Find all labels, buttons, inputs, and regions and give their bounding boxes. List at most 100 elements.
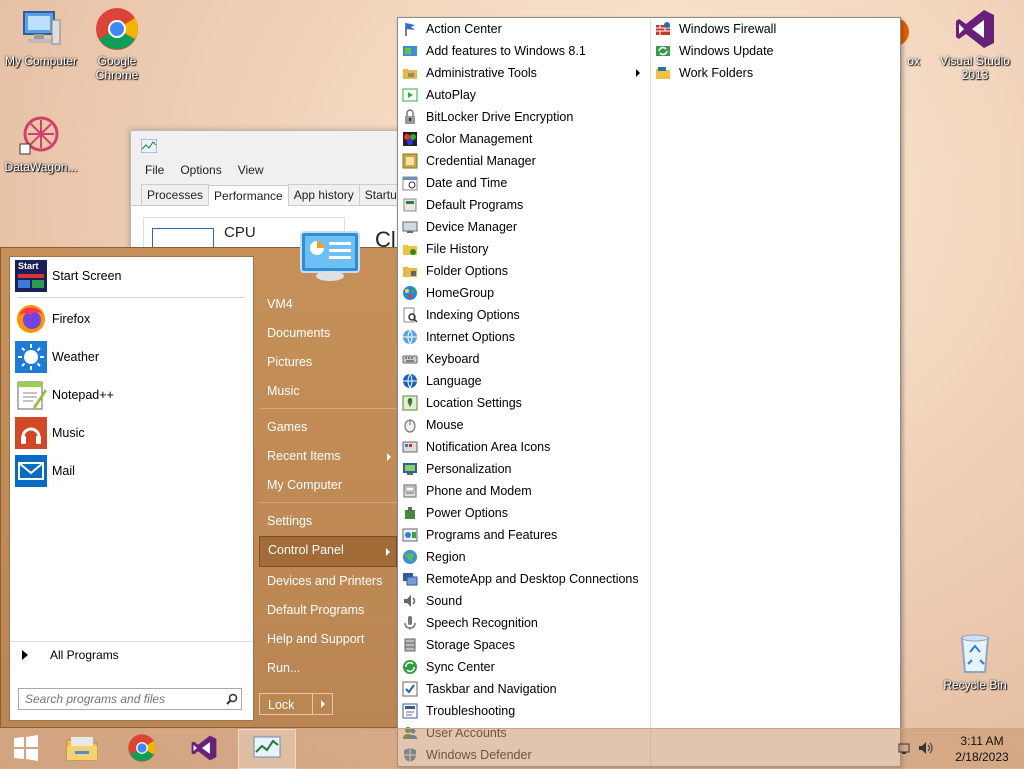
- control-panel-item-label: Phone and Modem: [426, 484, 532, 498]
- power-options-arrow-button[interactable]: [313, 693, 333, 715]
- control-panel-item-bitlocker-drive-encryption[interactable]: BitLocker Drive Encryption: [398, 106, 650, 128]
- start-link-documents[interactable]: Documents: [259, 319, 397, 348]
- desktop-icon-my-computer[interactable]: My Computer: [0, 6, 82, 68]
- start-link-music[interactable]: Music: [259, 377, 397, 406]
- control-panel-item-windows-update[interactable]: Windows Update: [651, 40, 901, 62]
- title-bar[interactable]: [131, 131, 431, 159]
- control-panel-item-credential-manager[interactable]: Credential Manager: [398, 150, 650, 172]
- taskbar-task-manager[interactable]: [238, 729, 296, 769]
- control-panel-item-storage-spaces[interactable]: Storage Spaces: [398, 634, 650, 656]
- desktop-icon-datawagon[interactable]: DataWagon...: [0, 112, 82, 174]
- control-panel-item-color-management[interactable]: Color Management: [398, 128, 650, 150]
- separator: [259, 502, 397, 503]
- tab-performance[interactable]: Performance: [208, 185, 289, 206]
- start-link-my-computer[interactable]: My Computer: [259, 471, 397, 500]
- datawagon-icon: [18, 112, 64, 158]
- control-panel-item-location-settings[interactable]: Location Settings: [398, 392, 650, 414]
- control-panel-item-phone-and-modem[interactable]: Phone and Modem: [398, 480, 650, 502]
- pinned-weather[interactable]: Weather: [10, 338, 253, 376]
- control-panel-item-personalization[interactable]: Personalization: [398, 458, 650, 480]
- control-panel-item-label: Keyboard: [426, 352, 480, 366]
- control-panel-item-power-options[interactable]: Power Options: [398, 502, 650, 524]
- volume-icon[interactable]: [918, 741, 934, 758]
- control-panel-item-speech-recognition[interactable]: Speech Recognition: [398, 612, 650, 634]
- start-link-control-panel[interactable]: Control Panel: [259, 536, 397, 567]
- desktop-icon-recycle-bin[interactable]: Recycle Bin: [934, 630, 1016, 692]
- control-panel-item-folder-options[interactable]: Folder Options: [398, 260, 650, 282]
- taskbar-chrome[interactable]: [116, 729, 168, 769]
- personalization-icon: [402, 461, 418, 477]
- desktop-icon-google-chrome[interactable]: Google Chrome: [76, 6, 158, 82]
- control-panel-item-add-features-to-windows-8-1[interactable]: Add features to Windows 8.1: [398, 40, 650, 62]
- control-panel-item-work-folders[interactable]: Work Folders: [651, 62, 901, 84]
- control-panel-item-language[interactable]: Language: [398, 370, 650, 392]
- search-icon[interactable]: [223, 690, 241, 708]
- chevron-right-icon: [636, 69, 640, 77]
- control-panel-item-programs-and-features[interactable]: Programs and Features: [398, 524, 650, 546]
- control-panel-item-label: Internet Options: [426, 330, 515, 344]
- tab-processes[interactable]: Processes: [141, 184, 210, 205]
- control-panel-item-label: Windows Firewall: [679, 22, 777, 36]
- homegroup-icon: [402, 285, 418, 301]
- clock[interactable]: 3:11 AM 2/18/2023: [940, 733, 1024, 765]
- start-link-label: Recent Items: [267, 449, 341, 463]
- start-link-recent-items[interactable]: Recent Items: [259, 442, 397, 471]
- control-panel-item-troubleshooting[interactable]: Troubleshooting: [398, 700, 650, 722]
- control-panel-item-sound[interactable]: Sound: [398, 590, 650, 612]
- control-panel-item-remoteapp-and-desktop-connections[interactable]: RemoteApp and Desktop Connections: [398, 568, 650, 590]
- start-link-settings[interactable]: Settings: [259, 507, 397, 536]
- pinned-firefox[interactable]: Firefox: [10, 300, 253, 338]
- control-panel-picture-icon: [299, 230, 361, 282]
- control-panel-item-keyboard[interactable]: Keyboard: [398, 348, 650, 370]
- pinned-notepad-plus-plus[interactable]: Notepad++: [10, 376, 253, 414]
- control-panel-item-sync-center[interactable]: Sync Center: [398, 656, 650, 678]
- menu-view[interactable]: View: [238, 163, 264, 177]
- start-link-games[interactable]: Games: [259, 413, 397, 442]
- chrome-icon: [127, 733, 157, 766]
- start-link-run[interactable]: Run...: [259, 654, 397, 683]
- device-manager-icon: [402, 219, 418, 235]
- lock-button[interactable]: Lock: [259, 693, 313, 715]
- control-panel-item-label: HomeGroup: [426, 286, 495, 300]
- search-input[interactable]: [19, 691, 223, 707]
- control-panel-item-label: Administrative Tools: [426, 66, 537, 80]
- start-button[interactable]: [0, 729, 52, 769]
- power-options-icon: [402, 505, 418, 521]
- taskbar-file-explorer[interactable]: [56, 729, 108, 769]
- pinned-label: Weather: [52, 350, 100, 364]
- control-panel-item-action-center[interactable]: Action Center: [398, 18, 650, 40]
- start-screen-icon: Start: [15, 260, 47, 292]
- control-panel-item-internet-options[interactable]: Internet Options: [398, 326, 650, 348]
- control-panel-item-administrative-tools[interactable]: Administrative Tools: [398, 62, 650, 84]
- internet-options-icon: [402, 329, 418, 346]
- control-panel-item-device-manager[interactable]: Device Manager: [398, 216, 650, 238]
- start-link-vm4[interactable]: VM4: [259, 290, 397, 319]
- tab-app-history[interactable]: App history: [287, 184, 360, 205]
- pinned-mail[interactable]: Mail: [10, 452, 253, 490]
- start-link-default-programs[interactable]: Default Programs: [259, 596, 397, 625]
- control-panel-item-region[interactable]: Region: [398, 546, 650, 568]
- control-panel-item-taskbar-and-navigation[interactable]: Taskbar and Navigation: [398, 678, 650, 700]
- folder-options-icon: [402, 263, 418, 279]
- control-panel-item-file-history[interactable]: File History: [398, 238, 650, 260]
- control-panel-item-notification-area-icons[interactable]: Notification Area Icons: [398, 436, 650, 458]
- taskbar-visual-studio[interactable]: [178, 729, 230, 769]
- control-panel-item-windows-firewall[interactable]: Windows Firewall: [651, 18, 901, 40]
- all-programs[interactable]: All Programs: [10, 641, 253, 668]
- control-panel-item-default-programs[interactable]: Default Programs: [398, 194, 650, 216]
- notification-area-icons-icon: [402, 439, 418, 455]
- menu-options[interactable]: Options: [180, 163, 221, 177]
- desktop-icon-visual-studio[interactable]: Visual Studio 2013: [934, 6, 1016, 82]
- pinned-start-screen[interactable]: Start Start Screen: [10, 257, 253, 295]
- control-panel-item-autoplay[interactable]: AutoPlay: [398, 84, 650, 106]
- control-panel-item-date-and-time[interactable]: Date and Time: [398, 172, 650, 194]
- pinned-music[interactable]: Music: [10, 414, 253, 452]
- control-panel-item-mouse[interactable]: Mouse: [398, 414, 650, 436]
- menu-file[interactable]: File: [145, 163, 164, 177]
- start-link-help-and-support[interactable]: Help and Support: [259, 625, 397, 654]
- control-panel-item-homegroup[interactable]: HomeGroup: [398, 282, 650, 304]
- control-panel-item-indexing-options[interactable]: Indexing Options: [398, 304, 650, 326]
- start-link-devices-and-printers[interactable]: Devices and Printers: [259, 567, 397, 596]
- start-link-pictures[interactable]: Pictures: [259, 348, 397, 377]
- network-icon[interactable]: [898, 741, 910, 758]
